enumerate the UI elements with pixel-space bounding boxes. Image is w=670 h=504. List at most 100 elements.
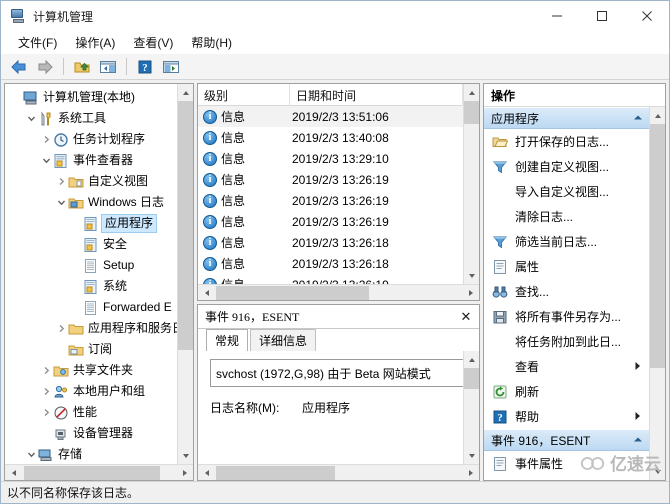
maximize-button[interactable] [579,1,624,31]
tree-item[interactable]: 本地用户和组 [5,381,177,402]
chevron-right-icon[interactable] [39,361,53,381]
action-item[interactable]: 查看 [484,354,649,379]
scroll-up-icon[interactable] [464,351,479,368]
back-arrow-icon[interactable] [7,56,31,78]
tree-item[interactable]: 应用程序 [5,213,177,234]
actions-scroll-track[interactable] [650,124,665,463]
tab-general[interactable]: 常规 [206,329,249,351]
scroll-right-icon[interactable] [462,285,479,301]
chevron-right-icon[interactable] [39,403,53,423]
action-item[interactable]: 创建自定义视图... [484,154,649,179]
action-item[interactable]: 查找... [484,279,649,304]
event-hscroll-thumb[interactable] [216,285,370,300]
tree-item[interactable]: 任务计划程序 [5,129,177,150]
event-list-vertical-scrollbar[interactable] [463,84,479,284]
detail-vertical-scrollbar[interactable] [463,351,479,464]
chevron-right-icon[interactable] [54,172,68,192]
tree-vertical-scrollbar[interactable] [177,84,193,464]
tree-item[interactable]: 性能 [5,402,177,423]
actions-vertical-scrollbar[interactable] [649,107,665,480]
scroll-up-icon[interactable] [650,107,665,124]
chevron-down-icon[interactable] [39,151,53,171]
action-item[interactable]: 刷新 [484,379,649,404]
detail-scroll-thumb[interactable] [464,368,479,389]
event-scroll-thumb[interactable] [464,101,479,125]
tab-details[interactable]: 详细信息 [250,329,317,351]
table-row[interactable]: i信息2019/2/3 13:26:19 [198,274,463,284]
action-item[interactable]: 将所有事件另存为... [484,304,649,329]
chevron-up-icon[interactable] [633,435,643,445]
close-button[interactable] [624,1,669,31]
detail-hscroll-track[interactable] [215,465,462,481]
action-item[interactable]: 将任务附加到此日... [484,329,649,354]
chevron-down-icon[interactable] [24,445,38,465]
tree-item[interactable]: 安全 [5,234,177,255]
table-row[interactable]: i 信息 2019/2/3 13:26:18 [198,253,463,274]
scroll-right-icon[interactable] [176,465,193,481]
up-folder-icon[interactable] [70,56,94,78]
tree-item[interactable]: 共享文件夹 [5,360,177,381]
tree-item[interactable]: Forwarded E [5,297,177,318]
event-hscroll-track[interactable] [215,285,462,301]
table-row[interactable]: i信息2019/2/3 13:26:19 [198,190,463,211]
event-rows[interactable]: i 信息 2019/2/3 13:51:06 i 信息 2019/2/3 13:40:08… [198,106,463,284]
actions-section-header[interactable]: 应用程序 [484,107,649,129]
show-action-pane-icon[interactable] [159,56,183,78]
action-item[interactable]: 筛选当前日志... [484,229,649,254]
help-icon[interactable]: ? [133,56,157,78]
actions-list[interactable]: 应用程序 打开保存的日志... 创建自定义视图... 导入自定义视图... 清除日志..… [484,107,649,480]
event-list-horizontal-scrollbar[interactable] [198,284,479,300]
actions-scroll-thumb[interactable] [650,124,665,369]
tree-item[interactable]: 系统工具 [5,108,177,129]
table-row[interactable]: i 信息 2019/2/3 13:40:08 [198,127,463,148]
close-icon[interactable]: ✕ [453,306,479,328]
menu-action[interactable]: 操作(A) [66,31,124,54]
table-row[interactable]: i 信息 2019/2/3 13:26:18 [198,232,463,253]
scroll-down-icon[interactable] [178,447,193,464]
actions-section-header[interactable]: 事件 916，ESENT [484,429,649,451]
scroll-up-icon[interactable] [464,84,479,101]
action-item[interactable]: 导入自定义视图... [484,179,649,204]
tree-horizontal-scrollbar[interactable] [5,464,193,480]
menu-file[interactable]: 文件(F) [9,31,66,54]
action-item[interactable]: 打开保存的日志... [484,129,649,154]
scroll-right-icon[interactable] [462,465,479,481]
menu-view[interactable]: 查看(V) [124,31,182,54]
chevron-up-icon[interactable] [633,113,643,123]
show-hide-console-tree-icon[interactable] [96,56,120,78]
action-item[interactable]: 清除日志... [484,204,649,229]
table-row[interactable]: i信息2019/2/3 13:26:19 [198,169,463,190]
tree-item[interactable]: 订阅 [5,339,177,360]
tree-hscroll-thumb[interactable] [24,465,160,480]
scroll-left-icon[interactable] [198,465,215,481]
scroll-left-icon[interactable] [5,465,22,481]
scroll-down-icon[interactable] [650,463,665,480]
event-scroll-track[interactable] [464,101,479,267]
table-row[interactable]: i信息2019/2/3 13:26:19 [198,211,463,232]
tree-item[interactable]: Windows 日志 [5,192,177,213]
table-row[interactable]: i 信息 2019/2/3 13:51:06 [198,106,463,127]
tree-item[interactable]: 存储 [5,444,177,464]
tree-scroll-track[interactable] [178,101,193,447]
chevron-right-icon[interactable] [54,319,68,339]
tree-hscroll-track[interactable] [22,465,176,481]
tree-scroll-thumb[interactable] [178,101,193,351]
scroll-down-icon[interactable] [464,267,479,284]
tree-item[interactable]: 事件查看器 [5,150,177,171]
action-item[interactable]: ? 帮助 [484,404,649,429]
tree-item[interactable]: 计算机管理(本地) [5,87,177,108]
chevron-down-icon[interactable] [24,109,38,129]
forward-arrow-icon[interactable] [33,56,57,78]
action-item[interactable]: 事件属性 [484,451,649,476]
menu-help[interactable]: 帮助(H) [182,31,241,54]
tree-item[interactable]: 应用程序和服务日 [5,318,177,339]
chevron-down-icon[interactable] [54,193,68,213]
column-header-level[interactable]: 级别 [198,84,290,106]
tree-item[interactable]: 设备管理器 [5,423,177,444]
tree-item[interactable]: Setup [5,255,177,276]
column-header-datetime[interactable]: 日期和时间 [290,84,463,106]
scroll-down-icon[interactable] [464,447,479,464]
detail-hscroll-thumb[interactable] [216,465,335,480]
detail-horizontal-scrollbar[interactable] [198,464,479,480]
tree-item[interactable]: 系统 [5,276,177,297]
